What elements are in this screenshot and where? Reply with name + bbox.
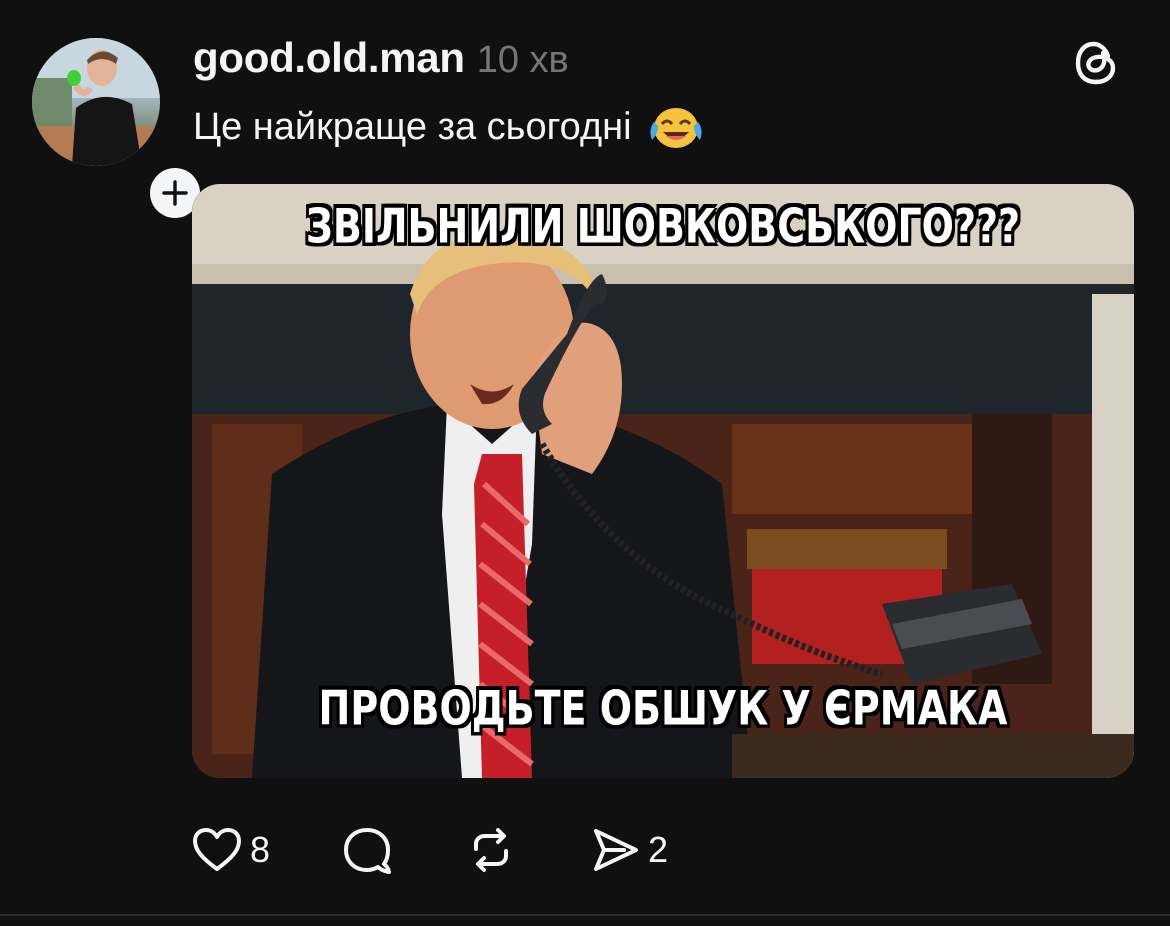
post-image[interactable]: ЗВІЛЬНИЛИ ШОВКОВСЬКОГО??? ПРОВОДЬТЕ ОБШУ… [192, 184, 1134, 778]
reply-button[interactable] [340, 823, 394, 877]
threads-post: good.old.man 10 хв Це найкраще за сьогод… [0, 0, 1170, 916]
meme-top-text: ЗВІЛЬНИЛИ ШОВКОВСЬКОГО??? [305, 198, 1021, 254]
username[interactable]: good.old.man [193, 34, 465, 82]
comment-bubble-icon [344, 828, 392, 874]
post-timestamp: 10 хв [476, 39, 569, 81]
post-actions: 8 2 [190, 820, 738, 880]
avatar[interactable] [32, 38, 160, 166]
caption-text: Це найкраще за сьогодні [193, 105, 632, 148]
like-button[interactable]: 8 [190, 825, 270, 875]
repost-icon [474, 828, 509, 872]
repost-button[interactable] [464, 823, 518, 877]
share-button[interactable]: 2 [588, 823, 668, 877]
plus-icon [162, 180, 188, 206]
meme-bottom-text: ПРОВОДЬТЕ ОБШУК У ЄРМАКА [318, 680, 1008, 736]
avatar-photo [32, 38, 160, 166]
face-with-tears-of-joy-emoji [649, 108, 702, 148]
share-count: 2 [648, 829, 669, 870]
author-avatar-container[interactable] [32, 38, 204, 222]
heart-icon [193, 828, 241, 871]
post-header: good.old.man 10 хв [193, 34, 569, 90]
post-caption: Це найкраще за сьогодні [193, 100, 706, 154]
threads-logo-icon[interactable] [1072, 38, 1122, 88]
send-icon [594, 829, 639, 871]
post-divider [0, 914, 1170, 916]
like-count: 8 [250, 829, 271, 870]
